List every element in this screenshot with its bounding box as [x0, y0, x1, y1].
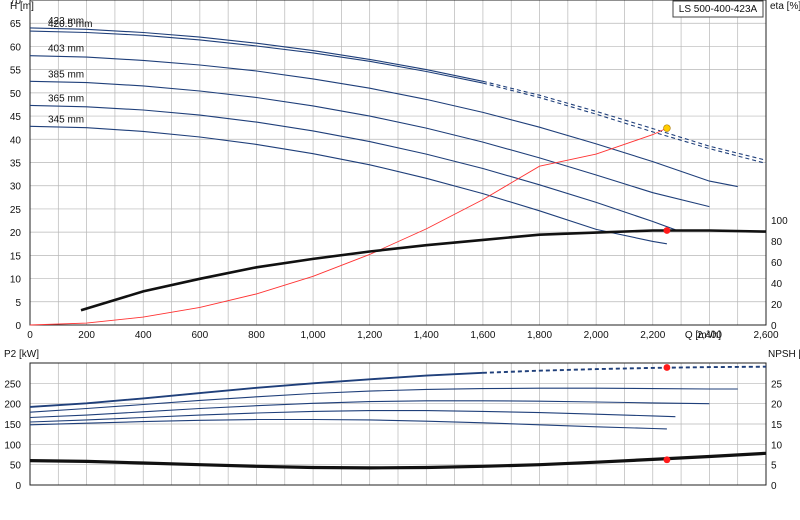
operating-point-marker	[663, 124, 671, 132]
y-tick-label: 20	[10, 228, 22, 239]
p2-tick-label: 250	[4, 379, 21, 390]
y-tick-label: 10	[10, 275, 22, 286]
y-tick-label: 45	[10, 112, 22, 123]
x-tick-label: 800	[248, 330, 265, 341]
h-axis-label: H [m]	[10, 1, 34, 12]
impeller-label: 420.5 mm	[48, 19, 92, 30]
y-tick-label: 30	[10, 182, 22, 193]
y-tick-label: 50	[10, 89, 22, 100]
x-tick-label: 1,600	[470, 330, 495, 341]
y-tick-label: 60	[10, 42, 22, 53]
eta-tick-label: 20	[771, 300, 783, 311]
x-tick-label: 1,000	[301, 330, 326, 341]
npsh-tick-label: 10	[771, 440, 783, 451]
model-title: LS 500-400-423A	[679, 4, 758, 15]
npsh-axis-label: NPSH [m]	[768, 349, 800, 360]
x-tick-label: 400	[135, 330, 152, 341]
pump-performance-chart: 423 mm420.5 mm403 mm385 mm365 mm345 mm 0…	[4, 0, 800, 492]
y-tick-label: 15	[10, 251, 22, 262]
x-tick-label: 0	[27, 330, 33, 341]
p2-tick-label: 200	[4, 400, 21, 411]
p2-axis-label: P2 [kW]	[4, 349, 39, 360]
y-tick-label: 65	[10, 19, 22, 30]
npsh-tick-label: 25	[771, 379, 783, 390]
npsh-tick-label: 15	[771, 420, 783, 431]
impeller-label: 345 mm	[48, 114, 84, 125]
p2-tick-label: 100	[4, 440, 21, 451]
x-tick-label: 200	[78, 330, 95, 341]
top-left-axis-label: H [m]	[10, 1, 34, 12]
eta-tick-label: 60	[771, 258, 783, 269]
impeller-curve	[29, 387, 738, 413]
q-axis-label: Q [m³/h]	[685, 330, 721, 341]
impeller-curve	[29, 125, 667, 245]
eta-tick-label: 100	[771, 216, 788, 227]
eta-tick-label: 80	[771, 237, 783, 248]
npsh-tick-label: 20	[771, 400, 783, 411]
eta-tick-label: 40	[771, 279, 783, 290]
npsh-tick-label: 5	[771, 461, 777, 472]
npsh-tick-label: 0	[771, 481, 777, 492]
p2-tick-label: 0	[15, 481, 21, 492]
x-tick-label: 1,200	[357, 330, 382, 341]
operating-point-marker	[663, 456, 671, 464]
eta-axis-label: eta [%]	[770, 1, 800, 12]
x-tick-label: 1,400	[414, 330, 439, 341]
impeller-label: 365 mm	[48, 93, 84, 104]
y-tick-label: 40	[10, 135, 22, 146]
operating-point-marker	[663, 227, 671, 234]
impeller-curve	[29, 55, 738, 188]
impeller-curve	[29, 104, 676, 231]
y-tick-label: 55	[10, 66, 22, 77]
operating-point-marker	[663, 364, 671, 371]
y-tick-label: 35	[10, 159, 22, 170]
impeller-label: 385 mm	[48, 69, 84, 80]
x-tick-label: 2,200	[640, 330, 665, 341]
impeller-label: 403 mm	[48, 44, 84, 55]
y-tick-label: 0	[15, 321, 21, 332]
y-tick-label: 5	[15, 298, 21, 309]
eta-tick-label: 0	[771, 321, 777, 332]
y-tick-label: 25	[10, 205, 22, 216]
x-tick-label: 600	[192, 330, 209, 341]
efficiency-curve	[80, 229, 767, 312]
top-right-axis-label: eta [%]	[770, 1, 800, 12]
x-tick-label: 1,800	[527, 330, 552, 341]
p2-tick-label: 50	[10, 461, 22, 472]
x-tick-label: 2,000	[584, 330, 609, 341]
p2-tick-label: 150	[4, 420, 21, 431]
model-badge: LS 500-400-423A	[672, 0, 764, 18]
